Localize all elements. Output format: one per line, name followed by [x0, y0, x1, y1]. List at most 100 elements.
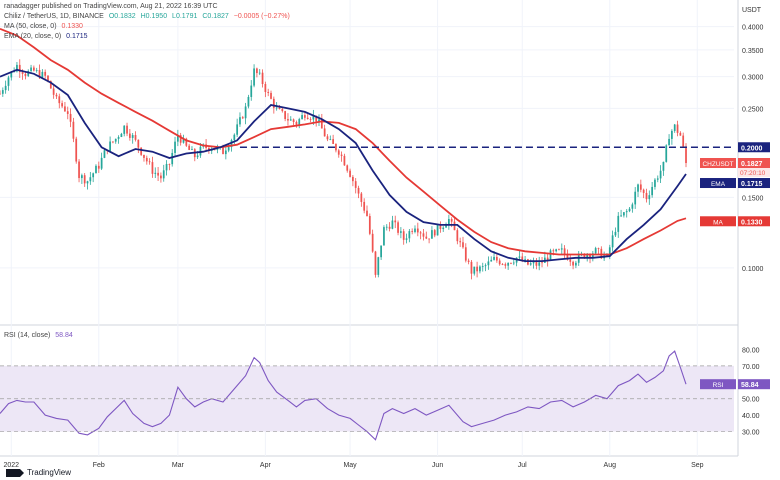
ma-tag-symbol: MA — [713, 219, 723, 226]
candle-body — [227, 147, 230, 151]
candle-body — [126, 125, 128, 134]
candle-body — [191, 149, 193, 151]
candle-body — [352, 176, 354, 182]
candle-body — [659, 170, 662, 179]
candle-body — [261, 72, 264, 85]
candle-body — [66, 111, 69, 114]
ohlc-close: C0.1827 — [202, 13, 229, 20]
price-tick-label: 0.3000 — [742, 75, 764, 82]
candle-body — [134, 135, 137, 140]
candle-body — [298, 119, 301, 125]
candle-body — [256, 68, 258, 74]
candle-body — [24, 73, 27, 76]
time-tick-label: May — [343, 462, 357, 469]
candle-body — [100, 157, 103, 169]
candle-body — [80, 175, 83, 179]
candle-body — [258, 72, 261, 74]
rsi-tick-label: 70.00 — [742, 364, 760, 371]
candle-body — [676, 124, 679, 133]
time-tick-label: Aug — [604, 462, 617, 469]
candle-body — [304, 115, 306, 118]
time-tick-label: Sep — [691, 462, 704, 469]
price-tick-label: 0.2500 — [742, 106, 764, 113]
candle-body — [284, 111, 287, 120]
candle-body — [137, 139, 140, 148]
candle-body — [244, 106, 247, 119]
time-tick-label: Feb — [93, 462, 105, 469]
candle-body — [41, 71, 44, 78]
candle-body — [651, 186, 654, 196]
candle-body — [363, 201, 366, 211]
candle-body — [405, 238, 408, 240]
last-price-tag-label: 0.1827 — [741, 161, 763, 168]
candle-body — [498, 260, 501, 265]
ma-legend-value: 0.1330 — [61, 23, 83, 30]
ema-legend[interactable]: EMA (20, close, 0) 0.1715 — [4, 33, 91, 40]
candle-body — [374, 251, 377, 275]
tradingview-logo-icon — [6, 468, 24, 477]
time-tick-label: Jun — [432, 462, 443, 469]
candle-body — [484, 265, 487, 267]
candle-body — [247, 96, 250, 107]
last-price-tag-symbol: CHZUSDT — [702, 161, 733, 168]
candle-body — [287, 119, 289, 121]
ma-legend[interactable]: MA (50, close, 0) 0.1330 — [4, 23, 86, 30]
candle-body — [634, 191, 637, 205]
candle-body — [456, 230, 459, 242]
candle-body — [625, 211, 628, 213]
candle-body — [354, 181, 357, 188]
candle-body — [264, 84, 267, 92]
ema-line — [0, 68, 687, 263]
candle-body — [450, 219, 453, 222]
candle-body — [332, 139, 334, 144]
candle-body — [529, 263, 532, 265]
candle-body — [385, 226, 388, 228]
time-tick-label: Mar — [172, 462, 185, 469]
candle-body — [445, 225, 447, 228]
rsi-tick-label: 40.00 — [742, 413, 760, 420]
rsi-legend[interactable]: RSI (14, close) 58.84 — [4, 332, 76, 339]
candle-body — [340, 154, 343, 156]
candle-body — [462, 242, 464, 248]
candle-body — [464, 247, 467, 261]
candle-body — [148, 161, 151, 163]
symbol-name: Chiliz / TetherUS, 1D, BINANCE — [4, 13, 104, 20]
candle-body — [236, 124, 239, 135]
candle-body — [501, 264, 504, 265]
candle-body — [453, 221, 456, 231]
candle-body — [538, 262, 541, 266]
candle-body — [295, 121, 298, 125]
candle-body — [357, 187, 360, 194]
candle-body — [196, 155, 199, 158]
candle-body — [323, 128, 326, 137]
candle-body — [532, 261, 535, 264]
rsi-tick-label: 30.00 — [742, 430, 760, 437]
candle-body — [157, 172, 159, 176]
candle-body — [224, 150, 227, 155]
candle-body — [64, 106, 66, 112]
ohlc-low: L0.1791 — [172, 13, 198, 20]
candle-body — [72, 121, 75, 139]
candle-body — [425, 236, 428, 239]
candle-body — [416, 228, 419, 233]
candle-body — [617, 215, 620, 232]
candle-body — [112, 141, 114, 143]
candle-body — [656, 178, 659, 180]
candle-body — [253, 68, 255, 86]
candle-body — [171, 152, 174, 165]
candle-body — [61, 103, 63, 107]
candle-body — [682, 135, 685, 147]
candle-body — [52, 88, 55, 95]
candle-body — [168, 163, 171, 165]
rsi-tick-label: 50.00 — [742, 397, 760, 404]
candle-body — [346, 165, 349, 171]
candle-body — [329, 139, 332, 140]
ohlc-open: O0.1832 — [108, 13, 136, 20]
candle-body — [383, 227, 385, 246]
price-chart[interactable]: USDT 0.4000 0.3500 0.3000 0.2500 0.1500 0.1000… — [0, 0, 780, 480]
price-tick-label: 0.1500 — [742, 195, 764, 202]
candle-body — [563, 248, 566, 254]
candle-body — [620, 215, 622, 217]
candle-body — [428, 238, 430, 240]
tradingview-logo[interactable]: TradingView — [6, 468, 71, 477]
